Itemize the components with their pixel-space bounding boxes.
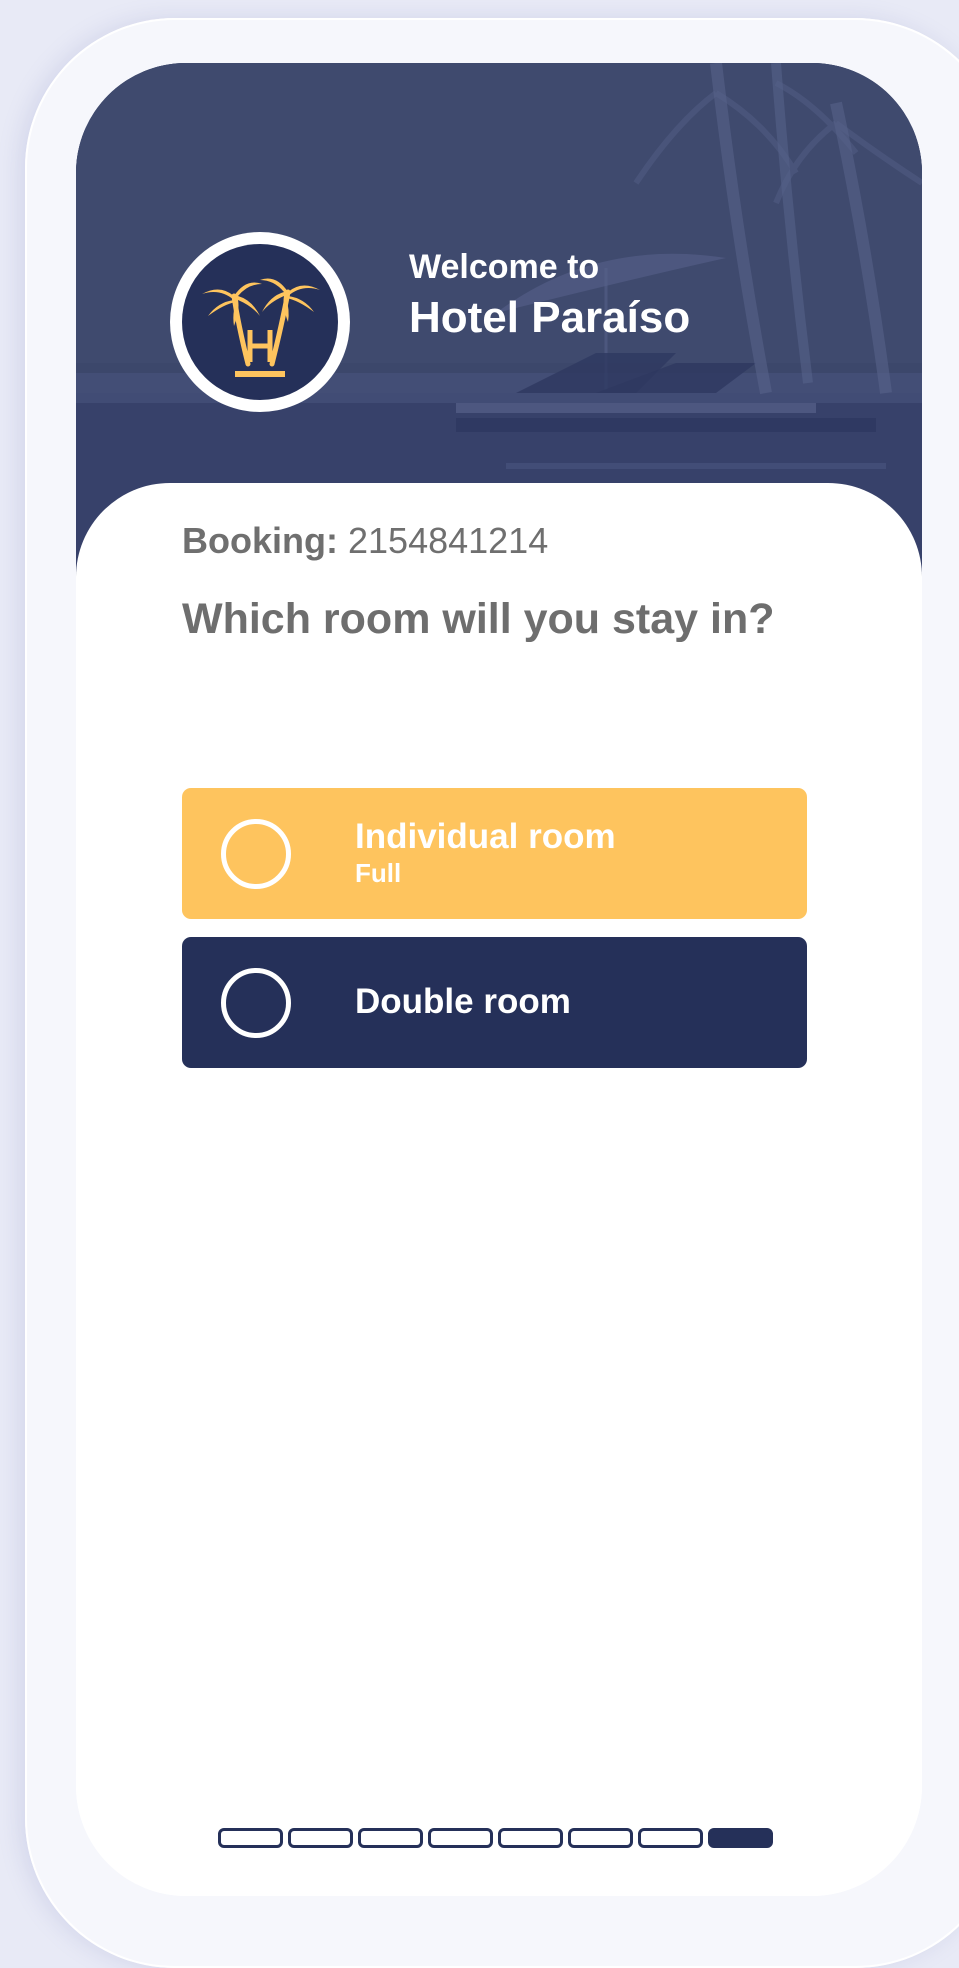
room-option-title: Individual room — [355, 817, 616, 856]
hotel-name: Hotel Paraíso — [409, 293, 691, 342]
progress-step — [288, 1828, 353, 1848]
room-option-status: Full — [355, 858, 402, 888]
room-option-title: Double room — [355, 982, 571, 1021]
progress-step — [358, 1828, 423, 1848]
app-screen: Welcome to Hotel Paraíso Booking: 215484… — [76, 63, 922, 1896]
booking-label: Booking: — [182, 520, 338, 561]
booking-content-card: Booking: 2154841214 Which room will you … — [76, 483, 922, 1896]
progress-step — [428, 1828, 493, 1848]
progress-step — [568, 1828, 633, 1848]
progress-step — [638, 1828, 703, 1848]
radio-button[interactable] — [221, 968, 291, 1038]
hotel-logo — [170, 232, 350, 412]
page-title: Which room will you stay in? — [182, 595, 775, 643]
palm-trees-icon — [182, 244, 338, 400]
progress-stepper — [218, 1828, 773, 1848]
progress-step — [218, 1828, 283, 1848]
welcome-text: Welcome to — [409, 248, 600, 286]
progress-step — [498, 1828, 563, 1848]
radio-button[interactable] — [221, 819, 291, 889]
room-option-individual[interactable]: Individual room Full — [182, 788, 807, 919]
room-option-double[interactable]: Double room — [182, 937, 807, 1068]
booking-number: 2154841214 — [348, 520, 549, 561]
progress-step-current — [708, 1828, 773, 1848]
booking-reference: Booking: 2154841214 — [182, 519, 548, 563]
